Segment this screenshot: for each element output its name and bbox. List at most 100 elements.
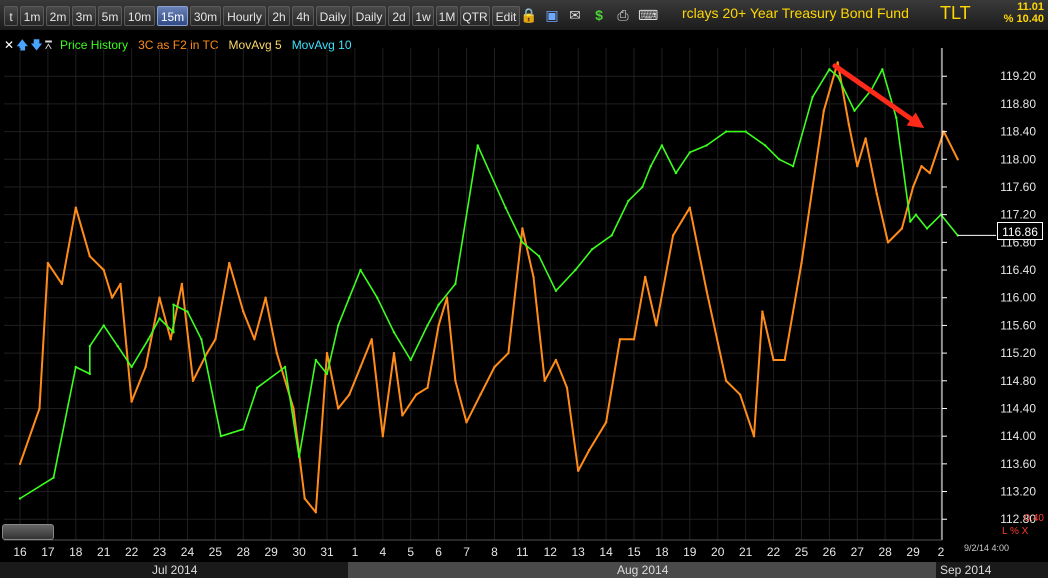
price-point <box>102 324 105 327</box>
month-label-jul: Jul 2014 <box>152 563 198 577</box>
indicator-scale-label[interactable]: L % X <box>1002 526 1028 537</box>
price-point <box>925 227 929 230</box>
indicator-point <box>130 400 133 403</box>
indicator-point <box>264 296 267 299</box>
y-tick-label: 116.40 <box>1000 263 1036 277</box>
price-point <box>219 435 223 438</box>
last-bar-timestamp: 9/2/14 4:00 <box>964 543 1010 553</box>
indicator-point <box>292 407 295 410</box>
x-tick-label: 31 <box>320 545 334 559</box>
price-point <box>674 171 678 175</box>
price-point <box>627 199 630 202</box>
price-point <box>811 95 814 99</box>
y-tick-label: 118.40 <box>1000 125 1036 139</box>
x-tick-label: 6 <box>435 545 442 559</box>
x-tick-label: 27 <box>851 545 865 559</box>
indicator-point <box>521 227 524 230</box>
x-tick-label: 4 <box>379 545 386 559</box>
indicator-point <box>956 158 959 161</box>
indicator-point <box>864 137 867 140</box>
x-tick-label: 19 <box>683 545 697 559</box>
x-tick-label: 29 <box>265 545 279 559</box>
indicator-point <box>738 393 742 396</box>
x-tick-label: 14 <box>599 545 613 559</box>
x-tick-label: 26 <box>823 545 837 559</box>
x-tick-label: 24 <box>181 545 195 559</box>
price-point <box>325 372 329 376</box>
indicator-point <box>18 462 22 466</box>
indicator-point <box>507 351 510 355</box>
price-point <box>256 386 259 389</box>
scroll-handle[interactable] <box>2 524 54 540</box>
indicator-point <box>886 241 890 244</box>
chart-grid <box>4 48 942 540</box>
x-tick-label: 18 <box>655 545 669 559</box>
y-tick-label: 113.60 <box>1000 457 1036 471</box>
y-tick-label: 117.60 <box>1000 180 1036 194</box>
price-point <box>836 75 839 78</box>
indicator-point <box>928 171 931 175</box>
price-chart[interactable]: 112.80113.20113.60114.00114.40114.80115.… <box>0 0 1048 578</box>
month-label-aug: Aug 2014 <box>617 563 669 577</box>
price-point <box>791 165 795 168</box>
chart-annotations <box>832 63 996 236</box>
y-tick-label: 115.60 <box>1000 318 1036 332</box>
price-point <box>409 358 412 362</box>
x-tick-label: 15 <box>627 545 641 559</box>
month-bar: Jul 2014 Aug 2014 Sep 2014 <box>0 562 1048 578</box>
price-point <box>853 109 856 113</box>
price-point <box>359 268 362 272</box>
price-point <box>314 358 317 362</box>
indicator-point <box>275 351 278 355</box>
y-axis: 112.80113.20113.60114.00114.40114.80115.… <box>941 48 1036 540</box>
indicator-point <box>60 282 64 286</box>
price-point <box>649 165 652 168</box>
x-tick-label: 28 <box>237 545 251 559</box>
indicator-point <box>772 358 775 362</box>
x-tick-label: 2 <box>938 545 945 559</box>
price-point <box>909 220 912 223</box>
price-point <box>18 497 22 500</box>
price-point <box>158 317 161 320</box>
indicator-point <box>205 351 209 355</box>
y-tick-label: 116.00 <box>1000 291 1036 305</box>
y-tick-label: 119.20 <box>1000 69 1036 83</box>
indicator-point <box>180 282 184 286</box>
indicator-point <box>800 261 803 265</box>
indicator-point <box>543 379 546 382</box>
price-point <box>881 68 884 71</box>
price-point <box>52 476 55 479</box>
indicator-point <box>214 338 217 341</box>
price-point <box>724 130 728 133</box>
indicator-point <box>158 296 161 299</box>
price-point <box>914 213 918 216</box>
indicator-point <box>426 386 429 389</box>
price-point <box>437 303 440 306</box>
price-point <box>764 144 767 147</box>
price-point <box>392 331 396 334</box>
indicator-point <box>370 338 373 341</box>
y-tick-label: 117.20 <box>1000 208 1036 222</box>
indicator-point <box>554 358 558 362</box>
indicator-point <box>604 421 608 424</box>
price-point <box>828 68 831 71</box>
price-point <box>74 365 78 369</box>
x-tick-label: 7 <box>463 545 470 559</box>
indicator-value: 0.40 <box>1024 513 1044 524</box>
y-tick-label: 118.00 <box>1000 152 1036 166</box>
x-tick-label: 29 <box>906 545 920 559</box>
indicator-point <box>253 338 256 341</box>
price-point <box>777 158 781 161</box>
y-tick-label: 118.80 <box>1000 97 1036 111</box>
indicator-point <box>74 206 78 209</box>
x-tick-label: 22 <box>125 545 139 559</box>
price-point <box>186 310 189 313</box>
price-point <box>348 296 351 299</box>
indicator-point <box>761 310 764 313</box>
price-point <box>744 130 747 133</box>
price-point <box>688 151 691 154</box>
price-point <box>297 455 301 459</box>
x-tick-label: 23 <box>153 545 167 559</box>
month-label-sep: Sep 2014 <box>940 563 992 577</box>
x-tick-label: 21 <box>97 545 111 559</box>
